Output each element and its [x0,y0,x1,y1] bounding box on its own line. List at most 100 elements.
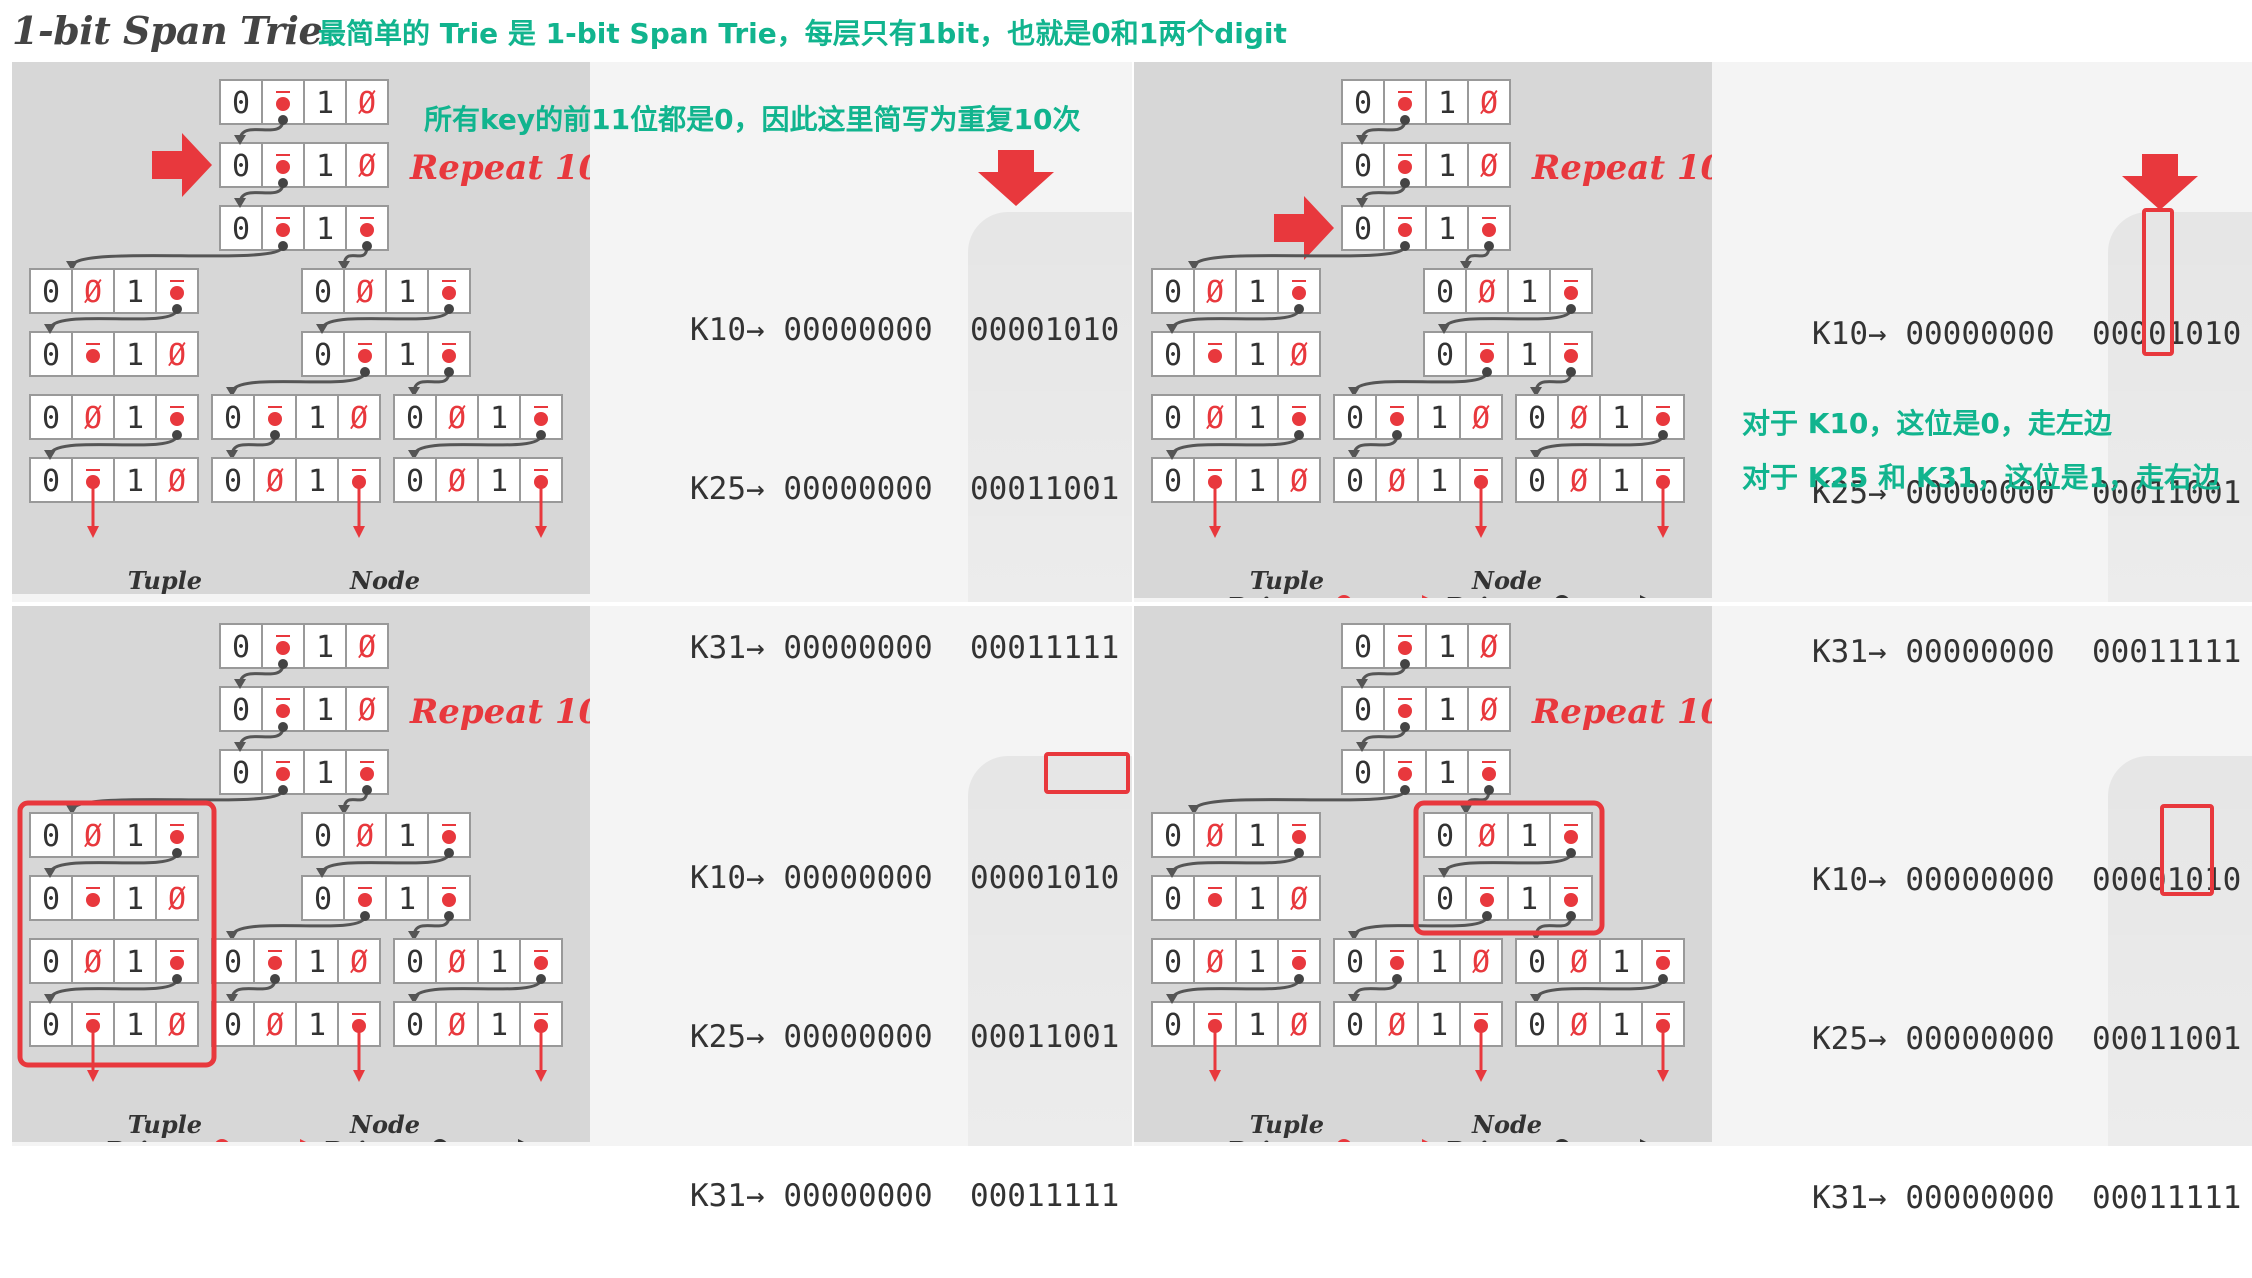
svg-text:0: 0 [224,1008,242,1043]
svg-text:Ø: Ø [1480,86,1498,121]
svg-text:0: 0 [1528,945,1546,980]
svg-text:Node: Node [1471,566,1542,595]
svg-text:1: 1 [1438,693,1456,728]
trie-node: 0Ø1 [1515,457,1685,503]
svg-text:0: 0 [42,275,60,310]
svg-text:1: 1 [308,1008,326,1043]
svg-text:0: 0 [42,882,60,917]
svg-text:Node: Node [1471,1110,1542,1139]
svg-text:Ø: Ø [1206,275,1224,310]
repeat-label: Repeat 10x [1531,692,1712,732]
svg-text:0: 0 [232,149,250,184]
svg-text:1: 1 [1248,464,1266,499]
key-row: K31→ 00000000 00011111 [690,1178,1120,1214]
svg-text:Ø: Ø [168,464,186,499]
note-repeat-explanation: 所有key的前11位都是0，因此这里简写为重复10次 [424,103,1081,136]
svg-text:0: 0 [1164,401,1182,436]
svg-text:1: 1 [1430,945,1448,980]
repeat-label: Repeat 10x [409,148,590,188]
svg-text:0: 0 [232,212,250,247]
svg-text:Ø: Ø [84,275,102,310]
svg-text:1: 1 [126,819,144,854]
svg-text:Pointer: Pointer [322,1136,424,1142]
svg-text:0: 0 [224,464,242,499]
trie-node: 0 1Ø [219,79,389,125]
svg-text:1: 1 [1248,819,1266,854]
trie-bottom-left: 01Ø01Ø01Repeat 10x0Ø101Ø0Ø101Ø0Ø10101Ø0Ø… [12,606,590,1142]
svg-text:Pointer: Pointer [104,592,206,594]
svg-text:0: 0 [224,945,242,980]
svg-text:Ø: Ø [448,1008,466,1043]
svg-text:Ø: Ø [1388,1008,1406,1043]
svg-text:Ø: Ø [1472,945,1490,980]
trie-node: 0 1Ø [29,875,199,921]
trie-node: 0Ø1 [393,457,563,503]
svg-text:1: 1 [1248,338,1266,373]
svg-text:Ø: Ø [84,401,102,436]
svg-text:0: 0 [1164,945,1182,980]
svg-text:0: 0 [1164,275,1182,310]
svg-text:Pointer: Pointer [1444,592,1546,598]
trie-node: 0Ø1 [393,1001,563,1047]
svg-text:1: 1 [1612,401,1630,436]
svg-text:Ø: Ø [448,945,466,980]
svg-text:Ø: Ø [1480,630,1498,665]
svg-text:0: 0 [314,882,332,917]
svg-text:0: 0 [406,401,424,436]
subtitle-note: 最简单的 Trie 是 1-bit Span Trie，每层只有1bit，也就是… [318,17,1287,50]
svg-text:1: 1 [490,401,508,436]
key-row: K10→ 00000000 00001010 [690,860,1120,896]
svg-text:1: 1 [490,945,508,980]
svg-text:1: 1 [316,693,334,728]
svg-text:Tuple: Tuple [1250,566,1324,595]
svg-text:1: 1 [398,338,416,373]
svg-text:Ø: Ø [266,464,284,499]
trie-node: 0Ø1 [1333,457,1503,503]
repeat-label: Repeat 10x [409,692,590,732]
svg-text:1: 1 [1438,212,1456,247]
key-list-top-left: K10→ 00000000 00001010 K25→ 00000000 000… [690,198,1119,728]
svg-text:Ø: Ø [1570,945,1588,980]
svg-text:0: 0 [1354,630,1372,665]
svg-text:0: 0 [1164,882,1182,917]
svg-text:Node: Node [349,566,420,594]
note-k25-k31-right: 对于 K25 和 K31，这位是1，走右边 [1742,461,2221,494]
svg-text:0: 0 [1436,882,1454,917]
svg-text:0: 0 [224,401,242,436]
svg-text:1: 1 [1248,1008,1266,1043]
svg-text:Pointer: Pointer [1444,1136,1546,1142]
trie-node: 0 1Ø [1341,79,1511,125]
svg-text:0: 0 [1354,212,1372,247]
svg-text:Ø: Ø [350,401,368,436]
svg-text:Pointer: Pointer [1226,592,1328,598]
svg-text:0: 0 [314,338,332,373]
svg-text:0: 0 [1354,149,1372,184]
svg-text:Ø: Ø [448,464,466,499]
svg-text:0: 0 [1436,819,1454,854]
svg-text:1: 1 [1520,338,1538,373]
svg-text:Ø: Ø [1290,1008,1308,1043]
svg-text:1: 1 [126,464,144,499]
down-arrow-icon [978,150,1054,206]
svg-text:Ø: Ø [168,1008,186,1043]
svg-text:1: 1 [398,275,416,310]
svg-text:0: 0 [42,464,60,499]
svg-text:Ø: Ø [358,630,376,665]
trie-node: 0Ø1 [211,1001,381,1047]
repeat-label: Repeat 10x [1531,148,1712,188]
svg-text:0: 0 [1346,464,1364,499]
bit-highlight-box [2160,804,2214,896]
svg-text:1: 1 [1520,275,1538,310]
svg-text:Ø: Ø [1570,1008,1588,1043]
svg-text:0: 0 [1436,338,1454,373]
svg-text:Ø: Ø [1206,819,1224,854]
svg-text:1: 1 [1430,464,1448,499]
svg-text:1: 1 [126,401,144,436]
svg-text:Tuple: Tuple [128,1110,202,1139]
svg-text:0: 0 [1164,338,1182,373]
trie-top-right: 01Ø01Ø01Repeat 10x0Ø101Ø0Ø101Ø0Ø10101Ø0Ø… [1134,62,1712,598]
svg-text:1: 1 [316,212,334,247]
svg-text:1: 1 [1438,149,1456,184]
svg-text:0: 0 [1354,86,1372,121]
svg-text:Ø: Ø [266,1008,284,1043]
